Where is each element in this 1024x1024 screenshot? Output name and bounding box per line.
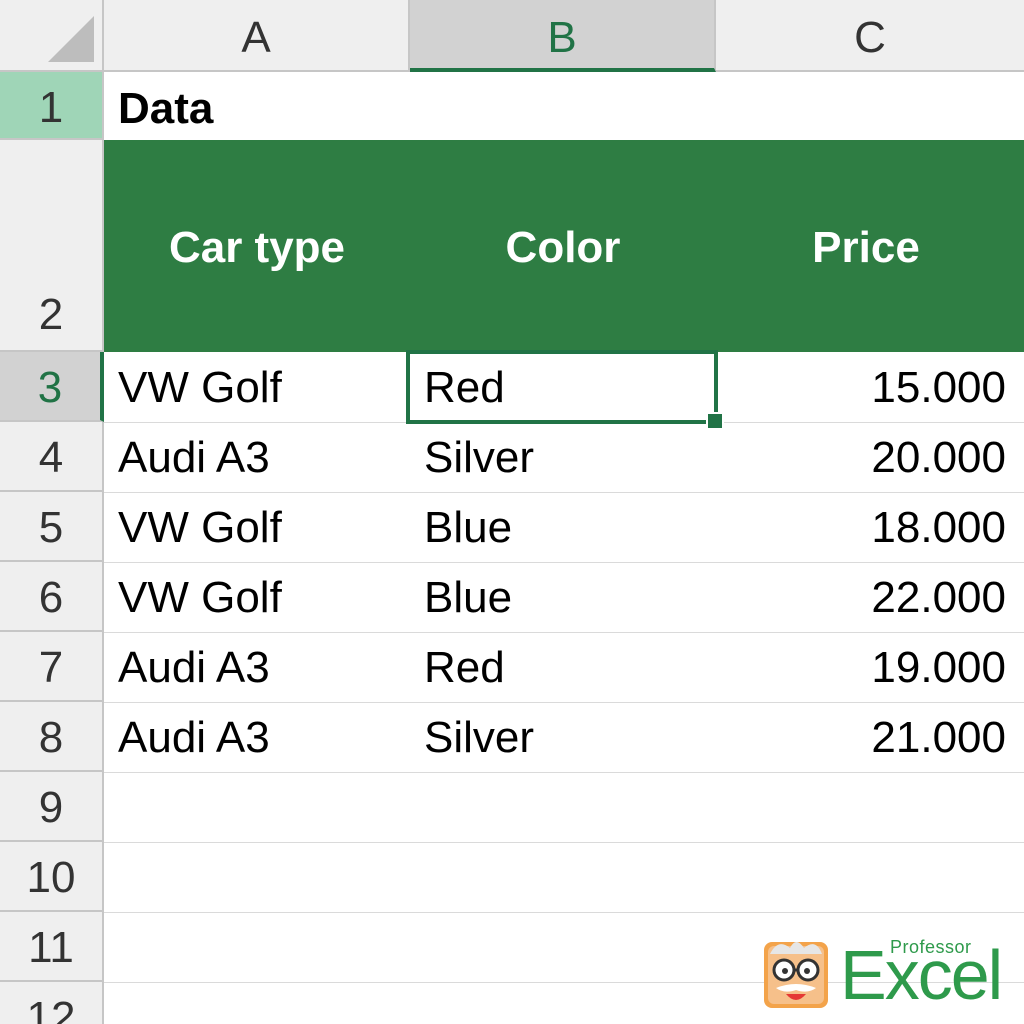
table-cell[interactable]: Blue [410,562,716,632]
table-header-color[interactable]: Color [410,140,716,352]
select-all-corner[interactable] [0,0,104,72]
row-header-4[interactable]: 4 [0,422,104,492]
table-cell[interactable]: 18.000 [716,492,1024,562]
table-cell[interactable]: Audi A3 [104,632,410,702]
select-all-icon [48,16,94,62]
table-cell[interactable]: 21.000 [716,702,1024,772]
row-header-9[interactable]: 9 [0,772,104,842]
table-cell[interactable]: 15.000 [716,352,1024,422]
table-cell[interactable]: 22.000 [716,562,1024,632]
row-header-6[interactable]: 6 [0,562,104,632]
row-header-5[interactable]: 5 [0,492,104,562]
table-cell[interactable]: VW Golf [104,492,410,562]
fill-handle[interactable] [706,412,724,430]
gridline [104,772,1024,773]
table-cell[interactable]: Audi A3 [104,422,410,492]
row-header-11[interactable]: 11 [0,912,104,982]
table-cell[interactable]: Silver [410,702,716,772]
gridline [104,842,1024,843]
row-header-8[interactable]: 8 [0,702,104,772]
row-header-1[interactable]: 1 [0,72,104,140]
table-cell[interactable]: 20.000 [716,422,1024,492]
gridline [104,912,1024,913]
table-header-car-type[interactable]: Car type [104,140,410,352]
cell-a1-title[interactable]: Data [104,72,410,140]
table-cell[interactable]: Red [410,632,716,702]
table-header-price[interactable]: Price [716,140,1016,352]
logo-excel-text: Excel [840,936,1003,1014]
table-cell[interactable]: VW Golf [104,352,410,422]
row-header-7[interactable]: 7 [0,632,104,702]
table-cell[interactable]: Silver [410,422,716,492]
column-header-a[interactable]: A [104,0,410,72]
row-header-2[interactable]: 2 [0,140,104,352]
professor-excel-logo: Professor Excel [760,936,1010,1016]
table-cell[interactable]: 19.000 [716,632,1024,702]
row-header-12[interactable]: 12 [0,982,104,1024]
spreadsheet: A B C 1 2 3 4 5 6 7 8 9 10 11 12 Data Ca… [0,0,1024,1024]
active-cell-border [406,350,718,424]
row-header-10[interactable]: 10 [0,842,104,912]
professor-face-icon [764,942,828,1008]
table-cell[interactable]: VW Golf [104,562,410,632]
column-header-c[interactable]: C [716,0,1024,72]
column-header-b[interactable]: B [410,0,716,72]
row-header-3[interactable]: 3 [0,352,104,422]
table-cell[interactable]: Audi A3 [104,702,410,772]
table-cell[interactable]: Blue [410,492,716,562]
